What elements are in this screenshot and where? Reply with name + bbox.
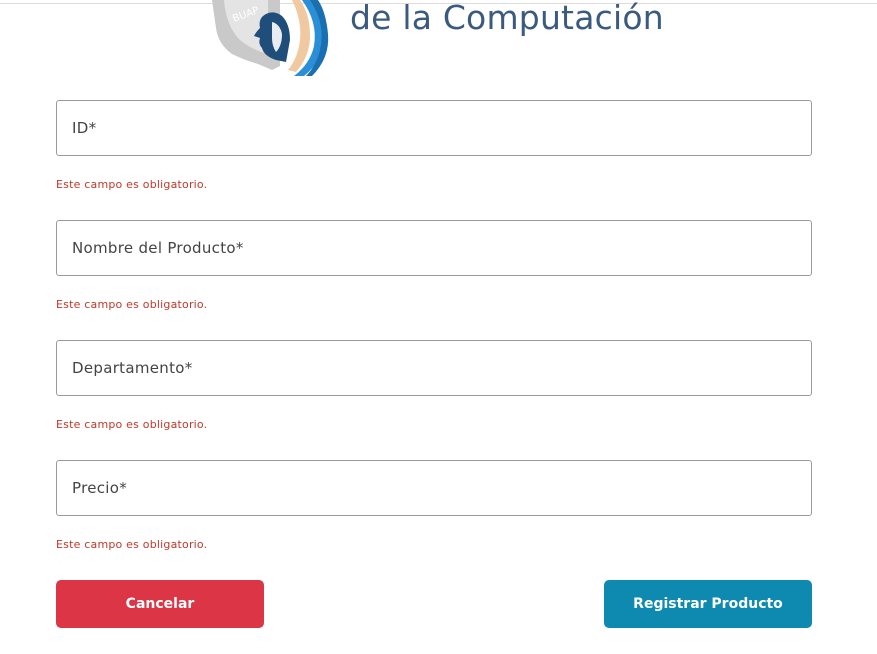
price-input[interactable]: Precio* xyxy=(56,460,812,516)
product-form: ID* Este campo es obligatorio. Nombre de… xyxy=(56,100,812,580)
product-name-error-message: Este campo es obligatorio. xyxy=(56,298,208,311)
id-input[interactable]: ID* xyxy=(56,100,812,156)
department-error-message: Este campo es obligatorio. xyxy=(56,418,208,431)
product-name-label: Nombre del Producto* xyxy=(72,239,244,257)
register-product-button[interactable]: Registrar Producto xyxy=(604,580,812,628)
department-field-group: Departamento* Este campo es obligatorio. xyxy=(56,340,812,460)
price-field-group: Precio* Este campo es obligatorio. xyxy=(56,460,812,580)
form-actions: Cancelar Registrar Producto xyxy=(56,580,812,628)
logo-text: de la Computación xyxy=(350,0,664,37)
buap-emblem-icon: BUAP xyxy=(212,0,329,76)
product-name-input[interactable]: Nombre del Producto* xyxy=(56,220,812,276)
header-logo: BUAP de la Computación xyxy=(210,0,670,80)
id-field-group: ID* Este campo es obligatorio. xyxy=(56,100,812,220)
cancel-button[interactable]: Cancelar xyxy=(56,580,264,628)
id-label: ID* xyxy=(72,119,97,137)
department-input[interactable]: Departamento* xyxy=(56,340,812,396)
id-error-message: Este campo es obligatorio. xyxy=(56,178,208,191)
price-label: Precio* xyxy=(72,479,128,497)
product-name-field-group: Nombre del Producto* Este campo es oblig… xyxy=(56,220,812,340)
department-label: Departamento* xyxy=(72,359,193,377)
page: BUAP de la Computación ID* Este campo es… xyxy=(0,0,877,654)
price-error-message: Este campo es obligatorio. xyxy=(56,538,208,551)
